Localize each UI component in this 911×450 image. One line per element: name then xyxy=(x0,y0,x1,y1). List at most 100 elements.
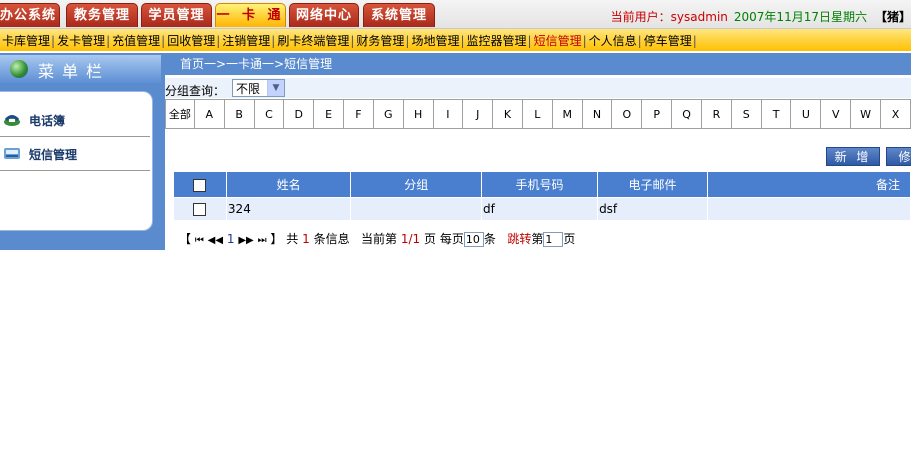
letter-p[interactable]: P xyxy=(641,99,673,129)
cell-phone: df xyxy=(481,197,599,220)
letter-f[interactable]: F xyxy=(343,99,374,129)
last-page-icon[interactable]: ⏭ xyxy=(258,235,267,246)
subnav-item-label: 财务管理 xyxy=(356,33,405,48)
edit-button[interactable]: 修 xyxy=(886,147,911,166)
menu-title-bar: 菜单栏 xyxy=(0,55,161,83)
subnav-item[interactable]: 回收管理| xyxy=(167,32,222,49)
pagination: 【 ⏮ ◀◀ 1 ▶▶ ⏭ 】 共 1 条信息 当前第 1/1 页 每页 条 跳转… xyxy=(179,230,575,247)
letter-o[interactable]: O xyxy=(611,99,643,129)
letter-all[interactable]: 全部 xyxy=(165,99,195,129)
current-prefix: 当前第 xyxy=(361,232,398,246)
subnav-item-label: 回收管理 xyxy=(167,33,216,48)
next-page-icon[interactable]: ▶▶ xyxy=(238,235,253,246)
subnav-item[interactable]: 个人信息| xyxy=(589,32,644,49)
subnav-item-label: 监控器管理 xyxy=(466,33,527,48)
subnav-separator: | xyxy=(692,33,697,48)
subnav-item-label: 个人信息 xyxy=(588,33,637,48)
group-select[interactable]: 不限 ▼ xyxy=(232,79,285,97)
letter-s[interactable]: S xyxy=(730,99,762,129)
jump-page-input[interactable] xyxy=(543,232,564,247)
subnav-item[interactable]: 监控器管理| xyxy=(467,32,534,49)
current-suffix: 页 xyxy=(424,232,437,246)
current-date: 2007年11月17日星期六 xyxy=(733,10,867,24)
subnav-item[interactable]: 充值管理| xyxy=(112,32,167,49)
chevron-down-icon[interactable]: ▼ xyxy=(267,80,284,96)
prev-page-icon[interactable]: ◀◀ xyxy=(208,235,223,246)
subnav-item[interactable]: 注销管理| xyxy=(222,32,277,49)
letter-n[interactable]: N xyxy=(581,99,613,129)
subnav-item[interactable]: 场地管理| xyxy=(411,32,466,49)
current-page: 1/1 xyxy=(400,232,421,246)
letter-k[interactable]: K xyxy=(492,99,523,129)
tab-network-center[interactable]: 网络中心 xyxy=(289,3,359,27)
sidebar-item-label: 短信管理 xyxy=(29,148,78,162)
letter-r[interactable]: R xyxy=(700,99,732,129)
letter-x[interactable]: X xyxy=(879,99,911,129)
table-header-row: 姓名 分组 手机号码 电子邮件 备注 xyxy=(174,172,911,198)
tab-academic-management[interactable]: 教务管理 xyxy=(66,3,138,27)
cell-name: 324 xyxy=(226,197,352,220)
tab-system-management[interactable]: 系统管理 xyxy=(363,3,435,27)
menu-box: 电话簿 短信管理 xyxy=(0,91,153,231)
letter-e[interactable]: E xyxy=(313,99,345,129)
subnav-item[interactable]: 刷卡终端管理| xyxy=(277,32,356,49)
letter-g[interactable]: G xyxy=(372,99,404,129)
header-email[interactable]: 电子邮件 xyxy=(597,172,709,198)
per-page-suffix: 条 xyxy=(483,232,496,246)
subnav-separator: | xyxy=(582,33,587,48)
total-prefix: 共 xyxy=(286,232,299,246)
subnav-item[interactable]: 短信管理| xyxy=(534,32,589,49)
subnav-separator: | xyxy=(271,33,276,48)
subnav-item[interactable]: 卡库管理| xyxy=(2,32,57,49)
first-page-icon[interactable]: ⏮ xyxy=(195,235,204,246)
globe-icon xyxy=(10,60,28,78)
letter-q[interactable]: Q xyxy=(671,99,702,129)
select-all-checkbox[interactable] xyxy=(193,178,207,192)
pager-open-bracket: 【 xyxy=(179,232,192,246)
subnav-item-label: 刷卡终端管理 xyxy=(277,33,350,48)
breadcrumb: 首页一>一卡通一>短信管理 xyxy=(165,53,911,75)
table-row[interactable]: 324 df dsf xyxy=(174,197,911,220)
letter-v[interactable]: V xyxy=(820,99,852,129)
page-link[interactable]: 1 xyxy=(227,232,235,246)
letter-a[interactable]: A xyxy=(193,99,225,129)
subnav-item[interactable]: 财务管理| xyxy=(356,32,411,49)
row-checkbox[interactable] xyxy=(193,203,207,216)
header-note[interactable]: 备注 xyxy=(707,172,911,198)
sidebar-item-phonebook[interactable]: 电话簿 xyxy=(0,104,150,137)
letter-b[interactable]: B xyxy=(223,99,255,129)
menu-title: 菜单栏 xyxy=(38,62,111,81)
letter-m[interactable]: M xyxy=(551,99,583,129)
sidebar-item-sms[interactable]: 短信管理 xyxy=(0,138,150,171)
letter-d[interactable]: D xyxy=(283,99,315,129)
top-tab-bar: 办公系统 教务管理 学员管理 一 卡 通 网络中心 系统管理 当前用户：sysa… xyxy=(0,0,911,29)
subnav-separator: | xyxy=(637,33,642,48)
user-bracket: 【猪】 xyxy=(874,10,911,24)
subnav-separator: | xyxy=(161,33,166,48)
subnav-separator: | xyxy=(405,33,410,48)
letter-l[interactable]: L xyxy=(521,99,553,129)
tab-student-management[interactable]: 学员管理 xyxy=(141,3,212,27)
per-page-input[interactable] xyxy=(463,232,484,247)
subnav-item[interactable]: 停车管理| xyxy=(644,32,699,49)
header-name[interactable]: 姓名 xyxy=(226,172,352,198)
subnav-separator: | xyxy=(460,33,465,48)
current-user: 当前用户：sysadmin xyxy=(610,10,728,24)
header-group[interactable]: 分组 xyxy=(350,172,483,198)
sub-nav-bar: 卡库管理| 发卡管理| 充值管理| 回收管理| 注销管理| 刷卡终端管理| 财务管理| 场地管… xyxy=(0,29,911,51)
letter-h[interactable]: H xyxy=(402,99,434,129)
add-button[interactable]: 新 增 xyxy=(826,147,880,166)
letter-j[interactable]: J xyxy=(462,99,494,129)
subnav-item[interactable]: 发卡管理| xyxy=(57,32,112,49)
letter-u[interactable]: U xyxy=(790,99,822,129)
tab-one-card[interactable]: 一 卡 通 xyxy=(215,3,286,27)
letter-i[interactable]: I xyxy=(432,99,464,129)
letter-index: 全部 ABCDEFGHIJKLMNOPQRSTUVWX xyxy=(165,99,911,129)
header-phone[interactable]: 手机号码 xyxy=(481,172,599,198)
letter-t[interactable]: T xyxy=(760,99,792,129)
tab-office-system[interactable]: 办公系统 xyxy=(0,3,60,27)
letter-c[interactable]: C xyxy=(253,99,285,129)
jump-link[interactable]: 跳转 xyxy=(507,232,531,246)
subnav-separator: | xyxy=(350,33,355,48)
letter-w[interactable]: W xyxy=(850,99,881,129)
